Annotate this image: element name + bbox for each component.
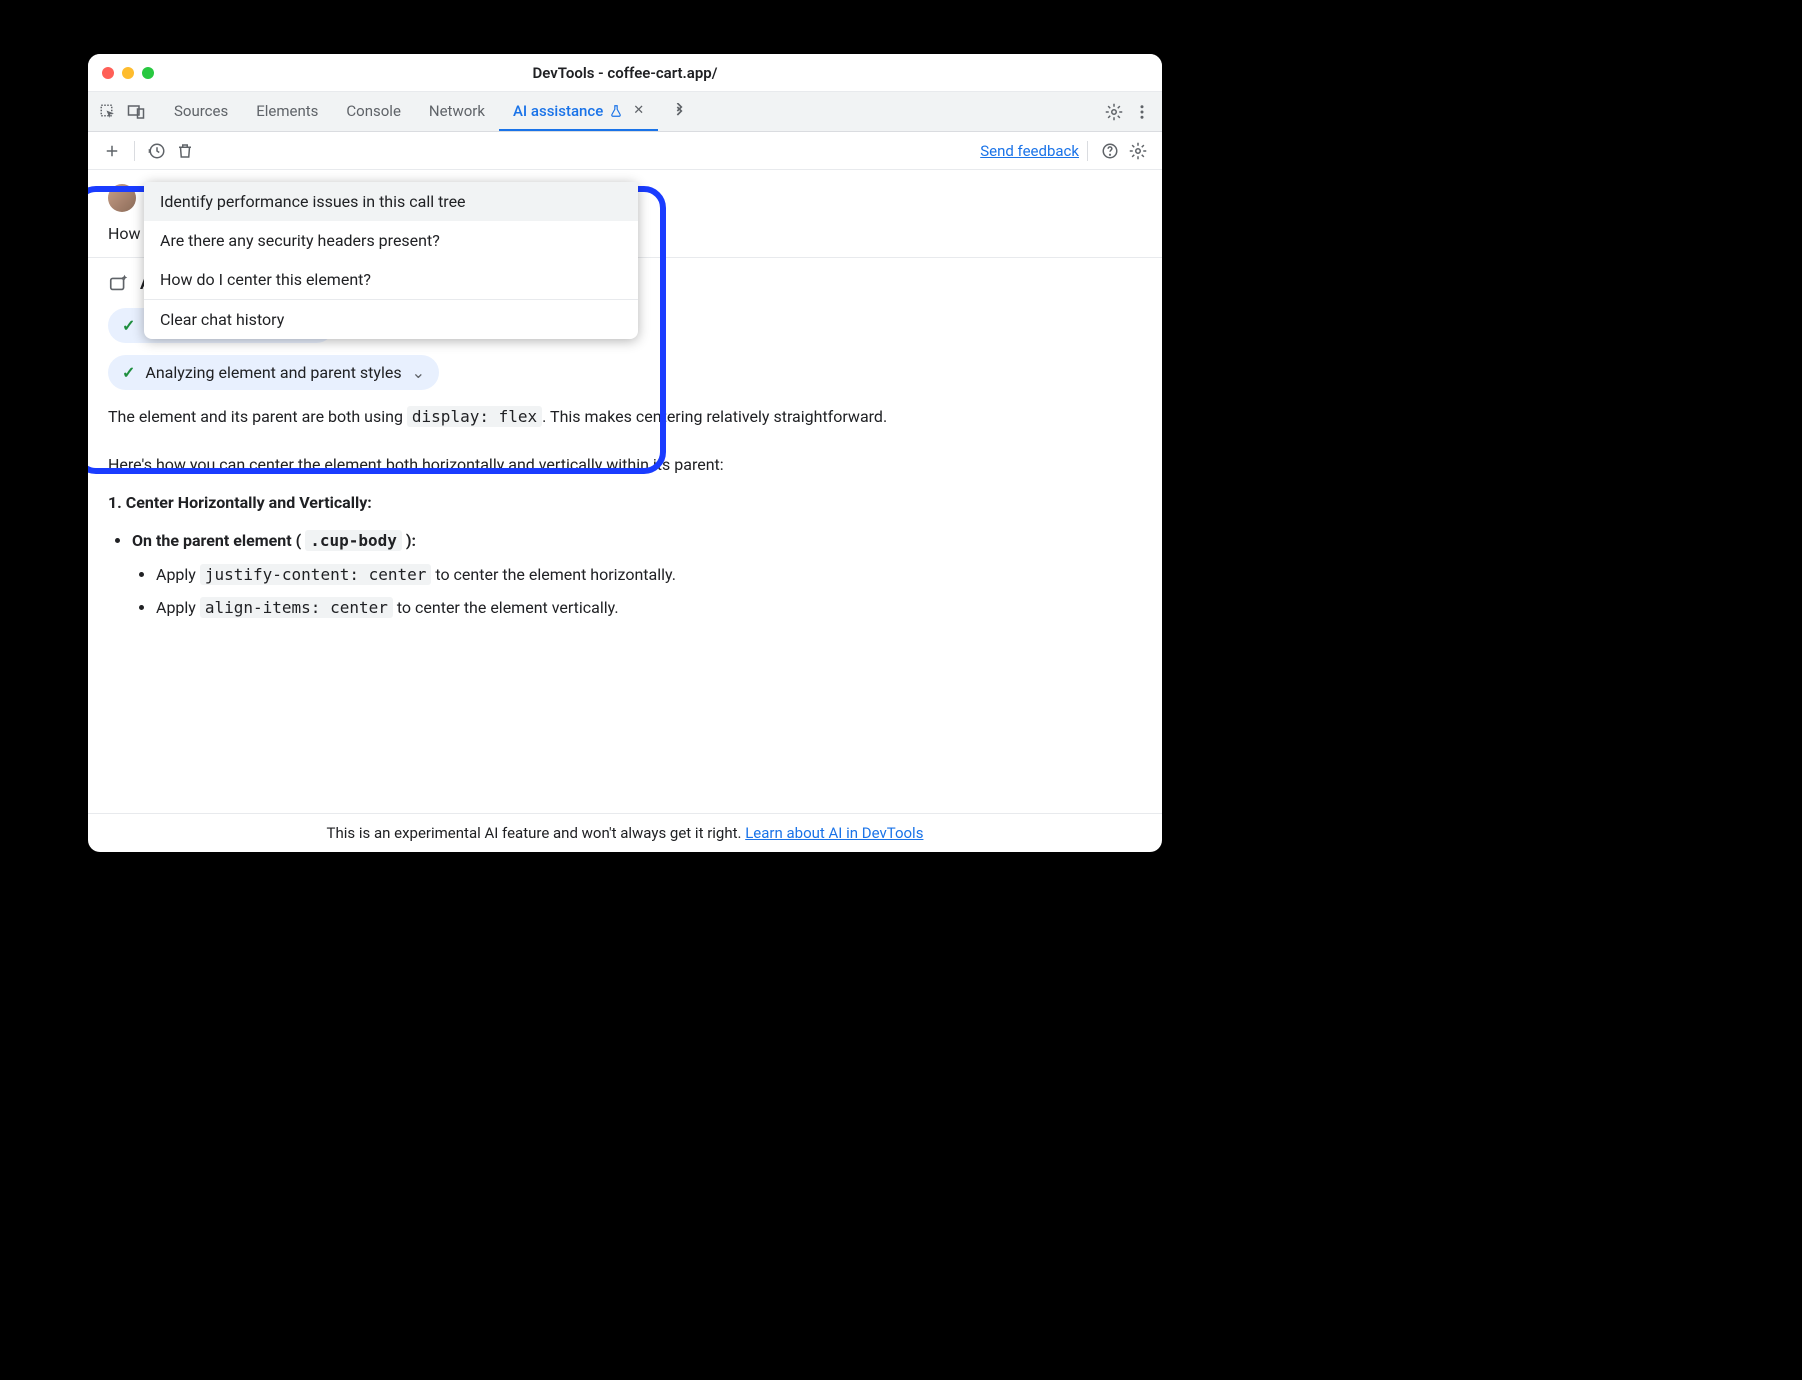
disclaimer-footer: This is an experimental AI feature and w… [88,813,1162,852]
history-item[interactable]: Are there any security headers present? [144,221,638,260]
ai-sparkle-icon [108,272,130,294]
delete-icon[interactable] [171,137,199,165]
history-item[interactable]: How do I center this element? [144,260,638,299]
tab-sources[interactable]: Sources [160,92,242,131]
history-icon[interactable] [143,137,171,165]
list-item: Apply justify-content: center to center … [156,558,1142,592]
main-tabbar: Sources Elements Console Network AI assi… [88,92,1162,132]
ai-paragraph: Here's how you can center the element bo… [88,438,1162,486]
chevron-down-icon: ⌄ [412,363,425,382]
tab-ai-assistance[interactable]: AI assistance ✕ [499,92,658,131]
settings-gear-icon[interactable] [1100,98,1128,126]
panel-toolbar: Send feedback [88,132,1162,170]
ai-paragraph: The element and its parent are both usin… [88,390,1162,438]
check-icon: ✓ [122,316,135,335]
tab-network[interactable]: Network [415,92,499,131]
flask-icon [609,104,623,118]
user-avatar [108,184,136,212]
tab-console[interactable]: Console [332,92,415,131]
close-tab-icon[interactable]: ✕ [633,103,644,118]
history-dropdown: Identify performance issues in this call… [144,182,638,339]
clear-history-item[interactable]: Clear chat history [144,300,638,339]
titlebar: DevTools - coffee-cart.app/ [88,54,1162,92]
send-feedback-link[interactable]: Send feedback [980,142,1079,160]
check-icon: ✓ [122,363,135,382]
ai-bullet-list: On the parent element ( .cup-body ): App… [88,520,1162,633]
help-icon[interactable] [1096,137,1124,165]
inspect-element-icon[interactable] [94,98,122,126]
device-toggle-icon[interactable] [122,98,150,126]
more-menu-icon[interactable] [1128,98,1156,126]
history-item[interactable]: Identify performance issues in this call… [144,182,638,221]
new-chat-icon[interactable] [98,137,126,165]
window-title: DevTools - coffee-cart.app/ [88,64,1162,82]
tab-elements[interactable]: Elements [242,92,332,131]
step-chip[interactable]: ✓ Analyzing element and parent styles ⌄ [108,355,439,390]
list-item: On the parent element ( .cup-body ): App… [132,524,1142,629]
tabs-overflow-icon[interactable] [658,92,702,131]
ai-heading: 1. Center Horizontally and Vertically: [88,485,1162,520]
devtools-window: DevTools - coffee-cart.app/ Sources Elem… [88,54,1162,852]
panel-settings-icon[interactable] [1124,137,1152,165]
list-item: Apply align-items: center to center the … [156,591,1142,625]
learn-more-link[interactable]: Learn about AI in DevTools [745,824,923,842]
